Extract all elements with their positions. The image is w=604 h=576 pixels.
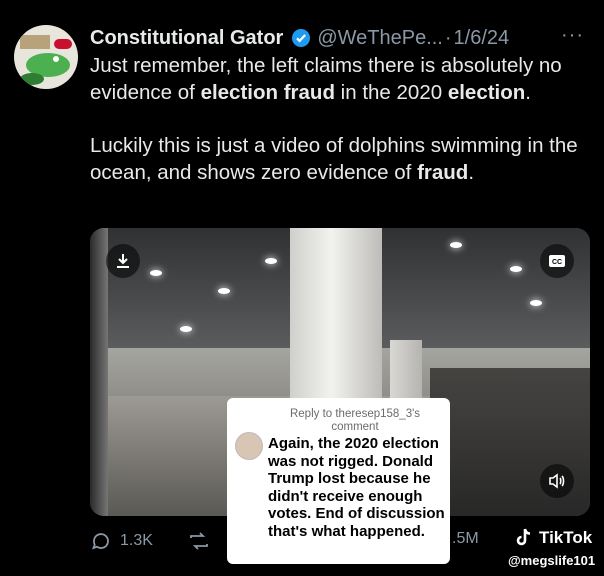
tiktok-brand: TikTok: [539, 528, 593, 547]
commenter-avatar: [235, 432, 263, 460]
svg-text:CC: CC: [552, 259, 562, 266]
reply-button[interactable]: 1.3K: [90, 530, 153, 552]
ceiling-light: [180, 326, 192, 332]
text-segment: .: [468, 161, 475, 184]
author-handle[interactable]: @WeThePe...: [317, 27, 443, 50]
tiktok-username: @megslife101: [508, 553, 596, 568]
cc-icon[interactable]: CC: [540, 244, 574, 278]
comment-text: Again, the 2020 election was not rigged.…: [268, 435, 445, 540]
view-count[interactable]: .5M: [452, 530, 479, 548]
download-icon[interactable]: [106, 244, 140, 278]
tweet-date[interactable]: 1/6/24: [454, 27, 510, 50]
ceiling-light: [218, 288, 230, 294]
ceiling-light: [450, 242, 462, 248]
bold-segment: election fraud: [200, 81, 335, 104]
bold-segment: election: [447, 81, 526, 104]
reply-icon: [91, 533, 109, 550]
reply-label: Reply to theresep158_3's comment: [289, 408, 421, 433]
tweet-paragraph-1: Just remember, the left claims there is …: [90, 52, 590, 106]
text-segment: in the 2020: [334, 81, 448, 104]
tweet-paragraph-2: Luckily this is just a video of dolphins…: [90, 132, 590, 186]
ceiling-light: [530, 300, 542, 306]
tiktok-logo-icon: [516, 528, 531, 546]
text-segment: .: [525, 81, 531, 104]
ceiling-light: [510, 266, 522, 272]
ceiling-light: [265, 258, 277, 264]
video-pillar: [90, 228, 108, 516]
bold-segment: fraud: [417, 161, 469, 184]
ceiling-light: [150, 270, 162, 276]
retweet-button[interactable]: [187, 530, 219, 552]
speaker-icon[interactable]: [540, 464, 574, 498]
more-options-icon[interactable]: ···: [561, 24, 584, 47]
tweet-body: Just remember, the left claims there is …: [90, 52, 590, 186]
author-avatar[interactable]: [14, 25, 78, 89]
verified-icon: [291, 28, 311, 48]
tweet-header: Constitutional Gator @WeThePe... · 1/6/2…: [90, 24, 584, 52]
tiktok-watermark: TikTok: [513, 527, 592, 549]
separator-dot: ·: [444, 26, 452, 49]
author-name[interactable]: Constitutional Gator: [90, 27, 283, 50]
text-segment: Luckily this is just a video of dolphins…: [90, 134, 578, 184]
reply-count: 1.3K: [120, 532, 153, 549]
retweet-icon: [190, 532, 208, 550]
